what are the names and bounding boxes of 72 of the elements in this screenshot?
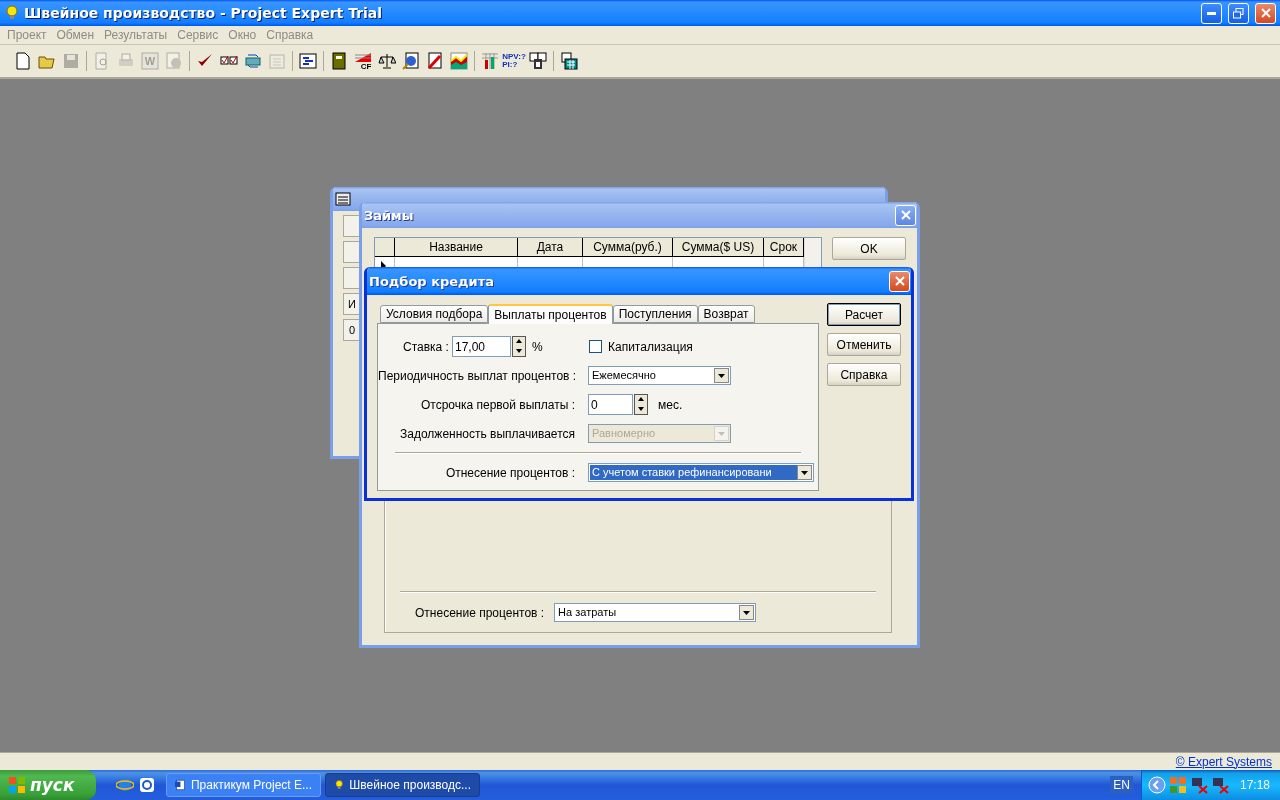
taskbar-button[interactable]: Практикум Project E... [166, 773, 321, 797]
dropdown[interactable]: С учетом ставки рефинансировани [588, 463, 814, 482]
column-header[interactable]: Сумма(руб.) [583, 238, 673, 257]
globe-document-icon[interactable] [401, 51, 421, 71]
dropdown[interactable]: Ежемесячно [588, 366, 731, 385]
dialog-title: Подбор кредита [369, 273, 495, 289]
website-link[interactable]: © Expert Systems [1175, 754, 1272, 769]
close-icon [894, 276, 905, 286]
field-label: Периодичность выплат процентов : [378, 368, 577, 383]
spinner[interactable] [634, 394, 648, 415]
notepad-icon [335, 192, 351, 206]
dropdown[interactable]: На затраты [554, 603, 757, 622]
restore-button[interactable] [1228, 2, 1249, 24]
two-windows-icon[interactable] [528, 51, 548, 71]
pencil-icon[interactable] [425, 51, 445, 71]
delay-field[interactable]: 0 [588, 394, 633, 415]
corner-cell [375, 238, 395, 257]
column-header[interactable]: Сумма($ US) [673, 238, 764, 257]
bar-grid-icon[interactable] [480, 51, 500, 71]
checkbox-label: Капитализация [608, 339, 693, 354]
word-document-icon [175, 777, 186, 793]
scrollbar[interactable] [804, 238, 821, 267]
field-label: Отсрочка первой выплаты : [420, 397, 575, 412]
close-button[interactable] [895, 204, 916, 226]
network-error-icon[interactable] [1210, 776, 1229, 794]
new-document-icon[interactable] [13, 51, 33, 71]
taskbar-button[interactable]: Швейное производс... [325, 773, 480, 797]
dropdown-arrow-icon [718, 431, 725, 436]
dropdown-arrow-icon [718, 373, 725, 378]
tab[interactable]: Поступления [612, 305, 698, 323]
close-icon [1260, 8, 1271, 18]
ok-button[interactable]: OK [832, 237, 906, 260]
tab[interactable]: Условия подбора [380, 305, 489, 323]
book-icon[interactable] [329, 51, 349, 71]
browser-icon[interactable] [116, 776, 134, 794]
dialog-button[interactable]: Справка [827, 363, 901, 386]
clock: 17:18 [1239, 778, 1270, 792]
lightbulb-icon [4, 5, 20, 21]
column-header[interactable]: Дата [518, 238, 583, 257]
spinner[interactable] [512, 336, 526, 357]
window-title: Швейное производство - Project Expert Trial [24, 5, 384, 21]
area-chart-icon[interactable] [449, 51, 469, 71]
close-button[interactable] [1255, 2, 1276, 24]
dialog-button[interactable]: Расчет [827, 303, 901, 326]
tab[interactable]: Выплаты процентов [488, 304, 613, 324]
npv-icon[interactable]: NPV:? PI:? [504, 51, 524, 71]
calculator-icon[interactable] [559, 51, 579, 71]
scales-icon[interactable] [377, 51, 397, 71]
language-indicator[interactable]: EN [1110, 776, 1133, 794]
close-button[interactable] [889, 270, 910, 292]
field-label: Отнесение процентов : [415, 605, 545, 620]
window-list-icon[interactable] [298, 51, 318, 71]
dialog-title: Займы [364, 207, 415, 223]
tab[interactable]: Возврат [697, 305, 755, 323]
close-icon [900, 210, 911, 220]
arrows-icon[interactable] [243, 51, 263, 71]
checkbox[interactable] [589, 340, 602, 353]
minimize-button[interactable] [1201, 2, 1222, 24]
rate-field[interactable]: 17,00 [452, 336, 511, 357]
dialog-button[interactable]: Отменить [827, 333, 901, 356]
network-error-icon[interactable] [1189, 776, 1208, 794]
unit-label: мес. [658, 397, 683, 412]
dropdown-arrow-icon [743, 610, 751, 615]
dropdown-arrow-icon [801, 470, 808, 475]
unit-label: % [532, 339, 543, 354]
windows-logo-icon [8, 776, 26, 794]
field-label: Задолженность выплачивается [400, 426, 575, 441]
column-header[interactable]: Срок [764, 238, 804, 257]
field-label: Отнесение процентов : [445, 465, 575, 480]
restore-icon [1233, 7, 1244, 19]
column-header[interactable]: Название [395, 238, 518, 257]
minimize-icon [1207, 11, 1216, 15]
